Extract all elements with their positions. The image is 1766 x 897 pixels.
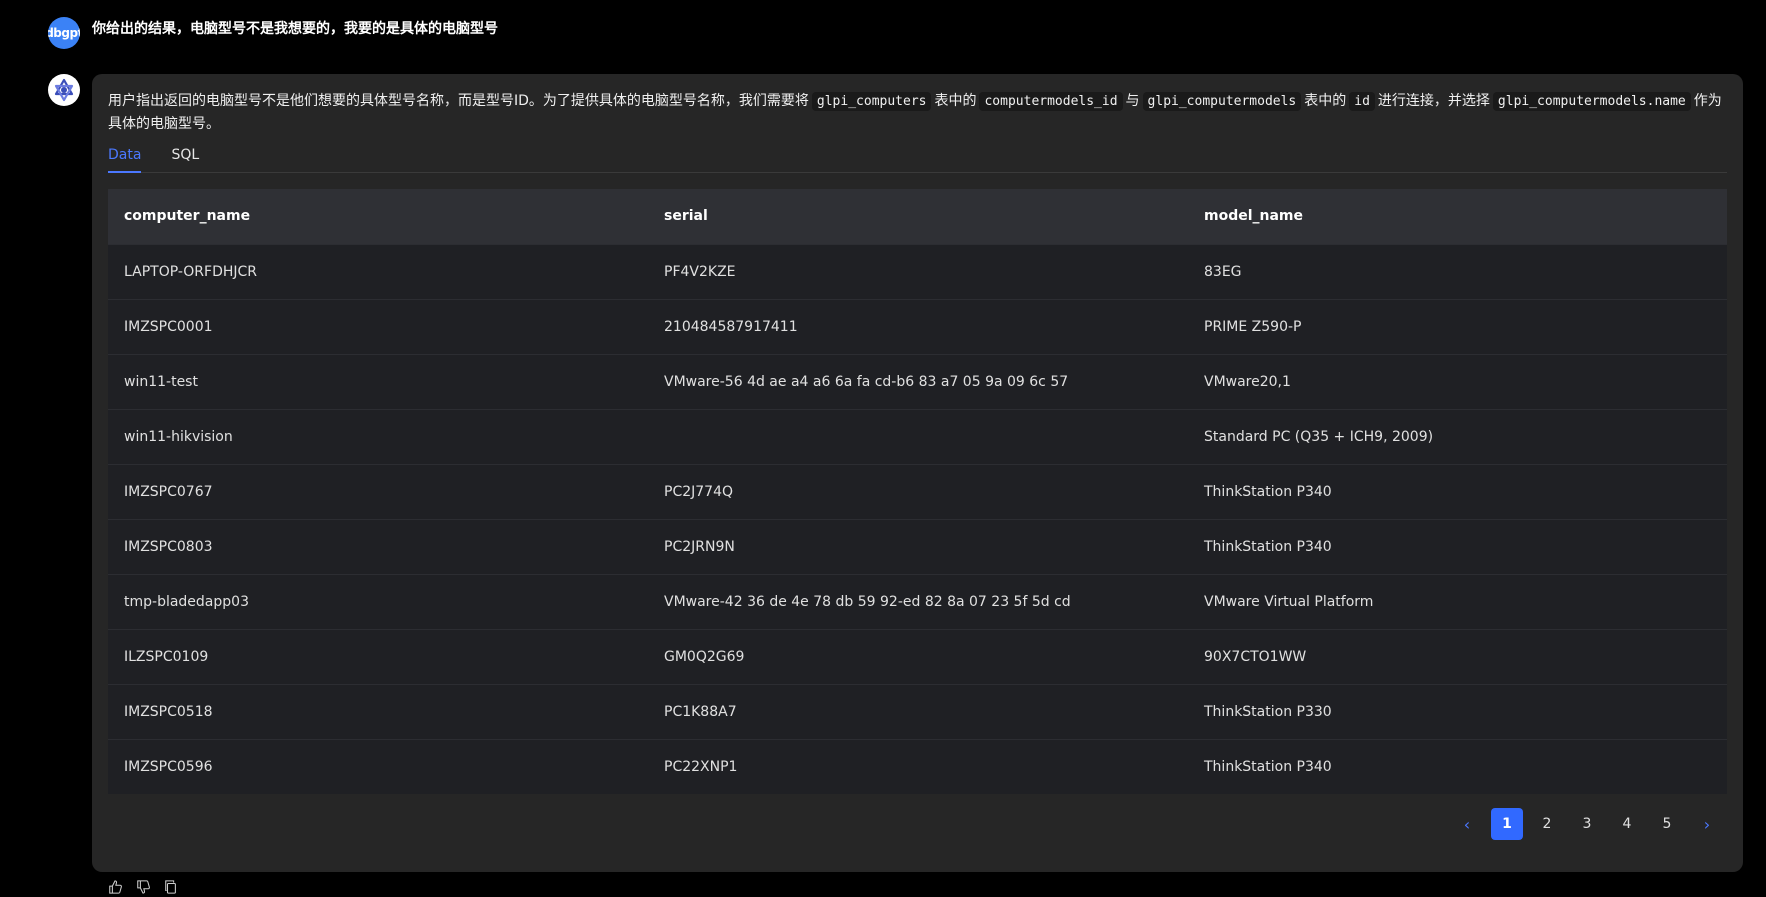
table-row: IMZSPC0596 PC22XNP1 ThinkStation P340 <box>108 738 1727 794</box>
table-cell-serial: PC2J774Q <box>648 463 1188 519</box>
user-avatar: dbgpt <box>48 17 80 49</box>
table-cell-computer-name: IMZSPC0767 <box>108 463 648 519</box>
table-cell-serial <box>648 408 1188 464</box>
column-header-computer-name[interactable]: computer_name <box>108 189 648 244</box>
table-row: IMZSPC0803 PC2JRN9N ThinkStation P340 <box>108 518 1727 574</box>
table-cell-serial: VMware-56 4d ae a4 a6 6a fa cd-b6 83 a7 … <box>648 353 1188 409</box>
table-cell-serial: PC1K88A7 <box>648 683 1188 739</box>
intro-text-segment: 表中的 <box>934 93 977 109</box>
chevron-left-icon[interactable]: ‹ <box>1451 808 1483 840</box>
inline-code: id <box>1349 92 1375 111</box>
table-cell-model-name: VMware20,1 <box>1188 353 1727 409</box>
table-cell-computer-name: LAPTOP-ORFDHJCR <box>108 243 648 299</box>
message-actions <box>108 880 178 894</box>
intro-text-segment: 与 <box>1125 93 1140 109</box>
table-row: ILZSPC0109 GM0Q2G69 90X7CTO1WW <box>108 628 1727 684</box>
table-row: IMZSPC0001 210484587917411 PRIME Z590-P <box>108 298 1727 354</box>
table-cell-computer-name: IMZSPC0803 <box>108 518 648 574</box>
tab-data[interactable]: Data <box>108 143 142 173</box>
thumbs-up-icon[interactable] <box>108 880 122 894</box>
table-cell-computer-name: ILZSPC0109 <box>108 628 648 684</box>
result-table-container: computer_name serial model_name LAPTOP-O… <box>108 189 1727 794</box>
intro-text-segment: 用户指出返回的电脑型号不是他们想要的具体型号名称，而是型号ID。为了提供具体的电… <box>108 93 809 109</box>
intro-text-segment: 表中的 <box>1304 93 1347 109</box>
assistant-intro-text: 用户指出返回的电脑型号不是他们想要的具体型号名称，而是型号ID。为了提供具体的电… <box>108 90 1728 135</box>
table-cell-computer-name: win11-test <box>108 353 648 409</box>
table-cell-model-name: 83EG <box>1188 243 1727 299</box>
table-row: win11-test VMware-56 4d ae a4 a6 6a fa cd… <box>108 353 1727 409</box>
table-header-row: computer_name serial model_name <box>108 189 1727 244</box>
page-button-3[interactable]: 3 <box>1571 808 1603 840</box>
table-cell-computer-name: IMZSPC0596 <box>108 738 648 794</box>
table-cell-serial: PC22XNP1 <box>648 738 1188 794</box>
assistant-logo-icon <box>51 77 77 103</box>
result-tabs: Data SQL <box>108 143 1727 173</box>
column-header-model-name[interactable]: model_name <box>1188 189 1727 244</box>
table-cell-serial: PC2JRN9N <box>648 518 1188 574</box>
table-cell-computer-name: IMZSPC0001 <box>108 298 648 354</box>
intro-text-segment: 进行连接，并选择 <box>1377 93 1490 109</box>
thumbs-down-icon[interactable] <box>136 880 150 894</box>
table-cell-model-name: VMware Virtual Platform <box>1188 573 1727 629</box>
table-cell-model-name: PRIME Z590-P <box>1188 298 1727 354</box>
inline-code: glpi_computermodels.name <box>1492 92 1691 111</box>
table-row: IMZSPC0518 PC1K88A7 ThinkStation P330 <box>108 683 1727 739</box>
table-cell-model-name: ThinkStation P330 <box>1188 683 1727 739</box>
page-button-2[interactable]: 2 <box>1531 808 1563 840</box>
table-cell-serial: 210484587917411 <box>648 298 1188 354</box>
column-header-serial[interactable]: serial <box>648 189 1188 244</box>
page-button-1[interactable]: 1 <box>1491 808 1523 840</box>
inline-code: glpi_computermodels <box>1142 92 1302 111</box>
page-button-5[interactable]: 5 <box>1651 808 1683 840</box>
table-cell-computer-name: win11-hikvision <box>108 408 648 464</box>
table-row: tmp-bladedapp03 VMware-42 36 de 4e 78 db … <box>108 573 1727 629</box>
user-message-row: dbgpt 你给出的结果，电脑型号不是我想要的，我要的是具体的电脑型号 <box>48 17 498 49</box>
result-table: computer_name serial model_name LAPTOP-O… <box>108 189 1727 794</box>
table-cell-model-name: ThinkStation P340 <box>1188 518 1727 574</box>
inline-code: computermodels_id <box>979 92 1123 111</box>
table-cell-computer-name: IMZSPC0518 <box>108 683 648 739</box>
tab-sql[interactable]: SQL <box>171 143 199 172</box>
table-cell-model-name: ThinkStation P340 <box>1188 738 1727 794</box>
chevron-right-icon[interactable]: › <box>1691 808 1723 840</box>
table-row: LAPTOP-ORFDHJCR PF4V2KZE 83EG <box>108 243 1727 299</box>
table-cell-model-name: Standard PC (Q35 + ICH9, 2009) <box>1188 408 1727 464</box>
copy-icon[interactable] <box>164 880 178 894</box>
assistant-avatar <box>48 74 80 106</box>
table-row: IMZSPC0767 PC2J774Q ThinkStation P340 <box>108 463 1727 519</box>
table-row: win11-hikvision Standard PC (Q35 + ICH9, … <box>108 408 1727 464</box>
user-message-text: 你给出的结果，电脑型号不是我想要的，我要的是具体的电脑型号 <box>92 21 498 37</box>
pagination: ‹ 1 2 3 4 5 › <box>1451 808 1723 840</box>
table-cell-computer-name: tmp-bladedapp03 <box>108 573 648 629</box>
table-cell-serial: PF4V2KZE <box>648 243 1188 299</box>
page-button-4[interactable]: 4 <box>1611 808 1643 840</box>
table-cell-serial: GM0Q2G69 <box>648 628 1188 684</box>
table-cell-model-name: 90X7CTO1WW <box>1188 628 1727 684</box>
table-cell-serial: VMware-42 36 de 4e 78 db 59 92-ed 82 8a … <box>648 573 1188 629</box>
inline-code: glpi_computers <box>811 92 932 111</box>
assistant-message-bubble: 用户指出返回的电脑型号不是他们想要的具体型号名称，而是型号ID。为了提供具体的电… <box>92 74 1743 872</box>
table-cell-model-name: ThinkStation P340 <box>1188 463 1727 519</box>
